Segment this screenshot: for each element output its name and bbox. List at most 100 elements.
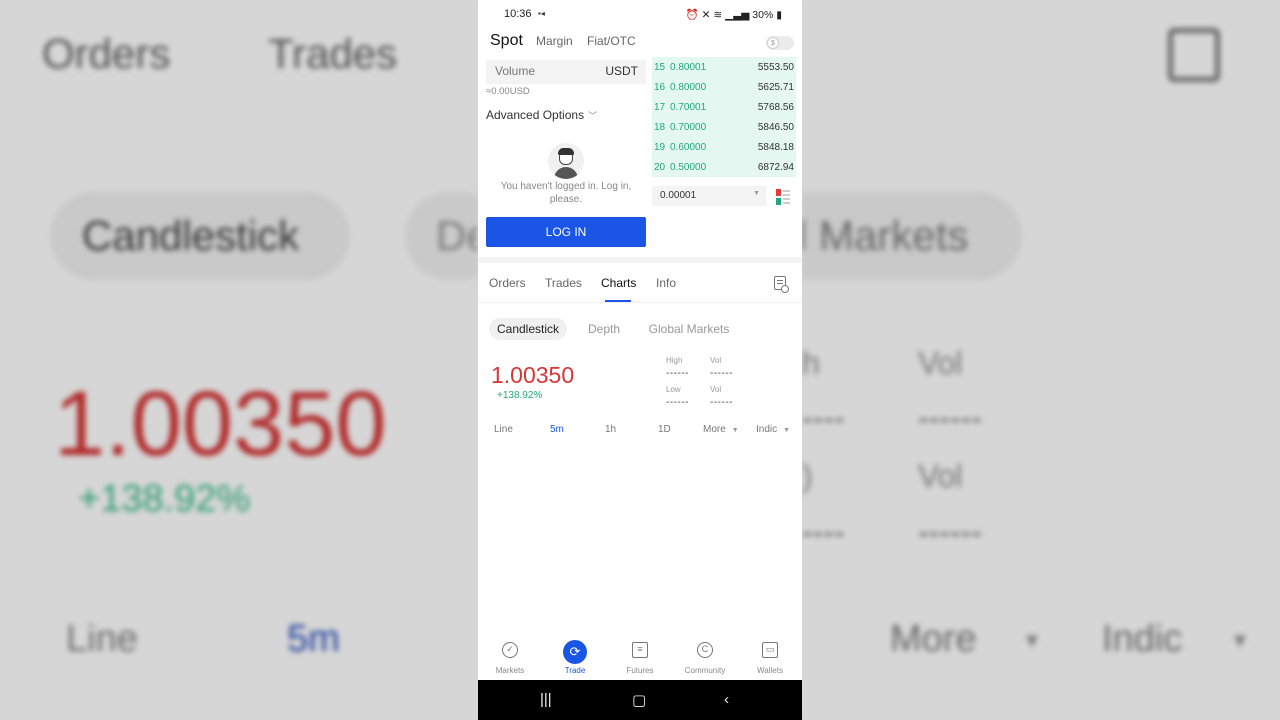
orderbook-price: 0.60000 — [670, 142, 707, 153]
bg-dashes-4: ------ — [918, 514, 982, 550]
interval-indic[interactable]: Indic ▼ — [756, 424, 790, 435]
order-history-icon[interactable] — [774, 276, 789, 293]
back-icon[interactable]: ‹ — [724, 691, 729, 708]
orderbook-amount: 6872.94 — [757, 162, 794, 173]
nav-community[interactable]: C Community — [673, 636, 737, 680]
bg-interval-5m: 5m — [287, 618, 340, 660]
interval-indic-label: Indic — [756, 424, 778, 435]
battery-level: 30% — [752, 9, 774, 21]
orderbook-row[interactable]: 16 0.80000 5625.71 — [652, 77, 796, 97]
dropdown-arrow-icon: ▼ — [783, 427, 791, 434]
battery-icon: ▮ — [776, 9, 782, 21]
blurred-background-right: l Markets h Vol ---- ------ ) Vol ---- -… — [802, 0, 1280, 720]
status-right: ⏰ ✕ ≋ ▁▃▅ 30% ▮ — [686, 8, 782, 21]
bg-chip-candlestick: Candlestick — [82, 212, 300, 259]
volume-unit: USDT — [605, 64, 638, 78]
orderbook-index: 17 — [654, 102, 666, 113]
tab-spot[interactable]: Spot — [490, 32, 523, 50]
bg-high-label: h — [802, 345, 820, 381]
chart-canvas[interactable] — [478, 446, 802, 632]
wallet-icon: ▭ — [762, 642, 778, 658]
orderbook-price: 0.70001 — [670, 102, 707, 113]
bg-low-label: ) — [802, 458, 813, 494]
bg-vol-label-2: Vol — [918, 458, 963, 494]
bg-dashes-2: ------ — [918, 400, 982, 436]
interval-5m[interactable]: 5m — [550, 424, 564, 435]
video-icon: ▪◂ — [538, 9, 545, 18]
orderbook-index: 18 — [654, 122, 666, 133]
wifi-icon: ≋ — [713, 9, 723, 21]
precision-value: 0.00001 — [660, 190, 697, 201]
orderbook-row[interactable]: 20 0.50000 6872.94 — [652, 157, 796, 177]
orderbook-row[interactable]: 15 0.80001 5553.50 — [652, 57, 796, 77]
home-icon[interactable]: ▢ — [632, 691, 646, 709]
interval-1d[interactable]: 1D — [658, 424, 671, 435]
bg-interval-indic: Indic — [1102, 618, 1183, 660]
chip-candlestick[interactable]: Candlestick — [489, 318, 567, 340]
volume-label: Volume — [495, 64, 536, 78]
bg-interval-more: More — [890, 618, 977, 660]
advanced-options-label: Advanced Options — [486, 108, 585, 122]
nav-markets[interactable]: ✓ Markets — [478, 636, 542, 680]
nav-wallets[interactable]: ▭ Wallets — [738, 636, 802, 680]
orderbook-price: 0.50000 — [670, 162, 707, 173]
bg-interval-line: Line — [66, 618, 138, 660]
orderbook-row[interactable]: 18 0.70000 5846.50 — [652, 117, 796, 137]
precision-select[interactable]: 0.00001 ▼ — [652, 186, 766, 206]
orderbook-price: 0.80000 — [670, 82, 707, 93]
bg-indic-arrow: ▼ — [1230, 630, 1250, 652]
chip-depth[interactable]: Depth — [578, 318, 630, 340]
interval-bar: Line 5m 1h 1D More ▼ Indic ▼ — [478, 424, 802, 440]
bg-change: +138.92% — [78, 478, 251, 520]
nav-futures[interactable]: ≡ Futures — [608, 636, 672, 680]
low-label: Low — [666, 385, 681, 394]
vol-label: Vol — [710, 385, 722, 394]
orderbook-price: 0.70000 — [670, 122, 707, 133]
futures-icon: ≡ — [632, 642, 648, 658]
chip-global-markets[interactable]: Global Markets — [641, 318, 737, 340]
recent-apps-icon[interactable]: ||| — [540, 691, 552, 708]
tab-charts[interactable]: Charts — [601, 276, 636, 290]
volume-input[interactable]: Volume USDT — [486, 60, 646, 84]
community-icon: C — [697, 642, 713, 658]
tab-orders[interactable]: Orders — [489, 276, 526, 290]
dollar-icon: $ — [767, 37, 779, 49]
orderbook-amount: 5848.18 — [757, 142, 794, 153]
currency-toggle[interactable]: $ — [766, 36, 794, 50]
advanced-options-toggle[interactable]: Advanced Options ﹀ — [486, 108, 597, 122]
status-time: 10:36 — [504, 8, 532, 20]
interval-1h[interactable]: 1h — [605, 424, 616, 435]
interval-more[interactable]: More ▼ — [703, 424, 739, 435]
nav-wallets-label: Wallets — [757, 666, 783, 675]
interval-line[interactable]: Line — [494, 424, 513, 435]
tab-trades[interactable]: Trades — [545, 276, 582, 290]
system-nav-bar: ||| ▢ ‹ — [478, 680, 802, 720]
bg-dashes-3: ---- — [802, 514, 845, 550]
section-tabs: Orders Trades Charts Info — [478, 263, 802, 303]
last-price: 1.00350 — [491, 362, 575, 388]
interval-more-label: More — [703, 424, 726, 435]
low-value: ------ — [666, 397, 689, 408]
bg-more-arrow: ▼ — [1022, 630, 1042, 652]
markets-icon: ✓ — [502, 642, 518, 658]
vol-label: Vol — [710, 356, 722, 365]
phone-screen: 10:36 ▪◂ ⏰ ✕ ≋ ▁▃▅ 30% ▮ Spot Margin Fia… — [478, 0, 802, 720]
tab-fiat-otc[interactable]: Fiat/OTC — [587, 34, 636, 48]
tab-info[interactable]: Info — [656, 276, 676, 290]
chevron-down-icon: ﹀ — [588, 111, 598, 121]
orderbook-index: 20 — [654, 162, 666, 173]
orderbook-row[interactable]: 19 0.60000 5848.18 — [652, 137, 796, 157]
vol-value: ------ — [710, 397, 733, 408]
orderbook-amount: 5553.50 — [757, 62, 794, 73]
bottom-nav: ✓ Markets ⟳ Trade ≡ Futures C Community … — [478, 636, 802, 680]
bg-dashes-1: ---- — [802, 400, 845, 436]
login-button[interactable]: LOG IN — [486, 217, 646, 247]
orderbook-row[interactable]: 17 0.70001 5768.56 — [652, 97, 796, 117]
orderbook-mode-icon[interactable] — [776, 189, 790, 205]
nav-futures-label: Futures — [626, 666, 654, 675]
tab-margin[interactable]: Margin — [536, 34, 573, 48]
volume-approx-usd: ≈0.00USD — [486, 86, 530, 97]
bg-chip-depth: De — [436, 212, 478, 259]
nav-trade[interactable]: ⟳ Trade — [543, 636, 607, 680]
orderbook-amount: 5625.71 — [757, 82, 794, 93]
